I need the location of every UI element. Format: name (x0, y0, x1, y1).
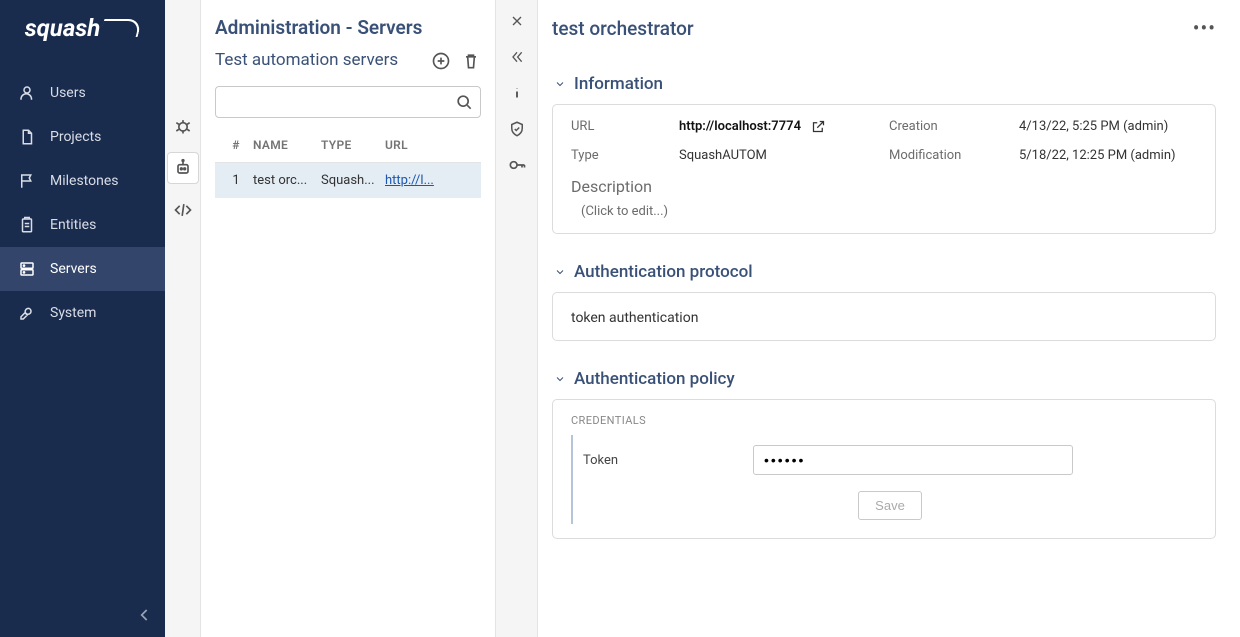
tab-key[interactable] (506, 154, 528, 176)
section-toggle-auth-policy[interactable]: Authentication policy (552, 363, 1216, 399)
detail-tabs (496, 0, 538, 637)
close-icon (509, 13, 525, 29)
detail-title: test orchestrator (552, 17, 694, 40)
description-editor[interactable]: (Click to edit...) (571, 196, 1197, 219)
panel-subtitle: Test automation servers (215, 49, 398, 72)
clipboard-icon (18, 216, 36, 234)
tab-bug[interactable] (167, 110, 199, 142)
sidebar-item-users[interactable]: Users (0, 71, 165, 115)
sidebar-item-projects[interactable]: Projects (0, 115, 165, 159)
main-sidebar: squash Users Projects Milestones Entitie… (0, 0, 165, 637)
bug-icon (173, 116, 193, 136)
section-toggle-auth-protocol[interactable]: Authentication protocol (552, 256, 1216, 292)
auth-protocol-value[interactable]: token authentication (571, 310, 698, 326)
document-icon (18, 128, 36, 146)
sidebar-item-label: Servers (50, 261, 97, 277)
search-input[interactable] (222, 94, 454, 109)
credentials-heading: CREDENTIALS (571, 414, 1197, 427)
sidebar-item-system[interactable]: System (0, 291, 165, 335)
tab-robot[interactable] (167, 152, 199, 184)
sidebar-item-entities[interactable]: Entities (0, 203, 165, 247)
sidebar-item-label: Entities (50, 217, 96, 233)
close-detail-button[interactable] (506, 10, 528, 32)
server-list-panel: Administration - Servers Test automation… (201, 0, 496, 637)
table-header: # NAME TYPE URL (215, 128, 481, 163)
chevron-down-icon (554, 373, 566, 385)
info-url-value[interactable]: http://localhost:7774 (679, 119, 801, 134)
detail-panel: test orchestrator ••• Information URL ht… (538, 0, 1240, 637)
collapse-sidebar-icon[interactable] (135, 605, 155, 625)
info-modification-value: 5/18/22, 12:25 PM (admin) (1019, 148, 1197, 163)
info-creation-value: 4/13/22, 5:25 PM (admin) (1019, 119, 1197, 134)
save-button[interactable]: Save (858, 491, 922, 520)
info-modification-label: Modification (889, 148, 1019, 163)
info-description-label: Description (571, 177, 1197, 196)
tab-security[interactable] (506, 118, 528, 140)
token-label: Token (583, 453, 733, 468)
sidebar-item-label: System (50, 305, 96, 321)
flag-icon (18, 172, 36, 190)
code-icon (173, 200, 193, 220)
key-icon (507, 155, 527, 175)
info-type-value: SquashAUTOM (679, 148, 889, 163)
info-icon (508, 84, 526, 102)
delete-icon[interactable] (461, 51, 481, 71)
user-icon (18, 84, 36, 102)
search-icon[interactable] (454, 92, 474, 112)
tab-info[interactable] (506, 82, 528, 104)
token-input[interactable] (753, 445, 1073, 475)
info-type-label: Type (571, 148, 679, 163)
chevron-down-icon (554, 266, 566, 278)
double-chevron-left-icon (509, 49, 525, 65)
page-title: Administration - Servers (211, 12, 485, 49)
sidebar-item-servers[interactable]: Servers (0, 247, 165, 291)
search-input-wrap (215, 86, 481, 118)
wrench-icon (18, 304, 36, 322)
sidebar-item-milestones[interactable]: Milestones (0, 159, 165, 203)
sidebar-item-label: Milestones (50, 173, 119, 189)
chevron-down-icon (554, 78, 566, 90)
sidebar-item-label: Projects (50, 129, 101, 145)
sidebar-item-label: Users (50, 85, 86, 101)
shield-check-icon (508, 120, 526, 138)
info-url-label: URL (571, 119, 679, 134)
add-icon[interactable] (431, 51, 451, 71)
open-external-icon[interactable] (811, 119, 826, 134)
info-creation-label: Creation (889, 119, 1019, 134)
app-logo: squash (0, 0, 165, 56)
server-icon (18, 260, 36, 278)
robot-icon (173, 158, 193, 178)
section-toggle-information[interactable]: Information (552, 68, 1216, 104)
category-tabs (165, 0, 201, 637)
more-menu-button[interactable]: ••• (1193, 16, 1216, 40)
tab-code[interactable] (167, 194, 199, 226)
collapse-detail-button[interactable] (506, 46, 528, 68)
table-row[interactable]: 1 test orc... Squash... http://l... (215, 163, 481, 198)
